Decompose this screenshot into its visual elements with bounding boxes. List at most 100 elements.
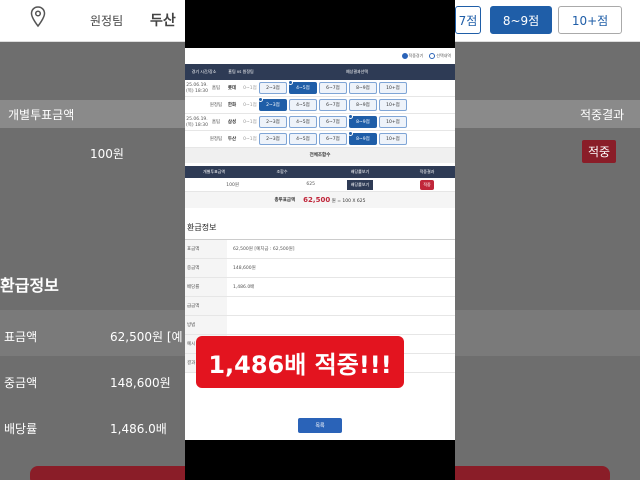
score-option-button[interactable]: 6~7점 xyxy=(319,133,347,145)
score-option-button[interactable]: 2~3점 xyxy=(259,116,287,128)
list-button[interactable]: 목록 xyxy=(298,418,342,433)
match-list: 25.06.19.(목) 18:30 홈팀 롯데 0~1점 2~3점 4~5점 6~7점 8~… xyxy=(185,80,455,148)
bet-combos: 625 xyxy=(306,182,315,187)
refund-info-value: 62,500원 [예치금 : 62,500원] xyxy=(233,247,295,252)
refund-info-key: 방법 xyxy=(185,316,227,334)
refund-info-row: 중금액 148,600원 xyxy=(185,259,455,278)
total-label: 총투표금액 xyxy=(274,198,296,203)
bet-row: 100원 625 배당률보기 적중 xyxy=(185,178,455,192)
score-option-0-1: 0~1점 xyxy=(243,120,257,125)
refund-info-value: 1,486.0배 xyxy=(233,285,255,290)
modal-top-options: 적중경기 선택내역 xyxy=(185,48,455,64)
option-hit-games-label: 적중경기 xyxy=(408,53,424,58)
hit-badge: 적중 xyxy=(420,179,434,190)
selected-check-icon xyxy=(288,80,293,85)
match-time: 25.06.19.(목) 18:30 xyxy=(185,82,209,94)
location-pin-icon xyxy=(30,6,46,28)
header2-odds: 배당률보기 xyxy=(350,169,370,174)
score-option-button[interactable]: 4~5점 xyxy=(289,99,317,111)
header-time: 경기 시간/장소 xyxy=(191,69,217,74)
match-team: 두산 xyxy=(227,137,237,142)
refund-info-key: 급금액 xyxy=(185,297,227,315)
score-option-button[interactable]: 4~5점 xyxy=(289,116,317,128)
match-side: 원정팀 xyxy=(209,137,223,142)
score-option-button[interactable]: 8~9점 xyxy=(348,114,377,128)
header-prediction: 예상결과선택 xyxy=(345,69,369,74)
radio-unchecked-icon xyxy=(429,53,436,59)
refund-info-row: 배당률 1,486.0배 xyxy=(185,278,455,297)
score-option-button[interactable]: 10+점 xyxy=(379,116,407,128)
match-side: 홈팀 xyxy=(211,86,221,91)
match-row: 25.06.19.(목) 18:30 홈팀 삼성 0~1점 2~3점 4~5점 6~7점 8~… xyxy=(185,114,455,131)
score-option-button[interactable]: 8~9점 xyxy=(348,131,377,145)
score-option-0-1: 0~1점 xyxy=(243,137,257,142)
score-option-button[interactable]: 6~7점 xyxy=(319,99,347,111)
selected-check-icon xyxy=(348,131,353,136)
match-team: 롯데 xyxy=(227,86,237,91)
score-option-0-1: 0~1점 xyxy=(243,86,257,91)
refund-info-key: 표금액 xyxy=(185,240,227,258)
score-option-button[interactable]: 10+점 xyxy=(379,99,407,111)
refund-info-key: 중금액 xyxy=(185,259,227,277)
match-table-header: 경기 시간/장소 홈팀 vs 원정팀 예상결과선택 xyxy=(185,64,455,80)
bg-info-value-2: 148,600원 xyxy=(110,376,171,390)
bg-away-team-name: 두산 xyxy=(150,13,176,29)
header2-amount: 개별투표금액 xyxy=(202,169,226,174)
score-option-button[interactable]: 6~7점 xyxy=(319,116,347,128)
header2-result: 적중결과 xyxy=(419,169,435,174)
bg-score-8-9-button[interactable]: 8~9점 xyxy=(490,6,552,34)
match-side: 원정팀 xyxy=(209,103,223,108)
hit-overlay-banner: 1,486배 적중!!! xyxy=(196,336,404,388)
score-option-button[interactable]: 8~9점 xyxy=(349,99,377,111)
score-options: 2~3점 4~5점 6~7점 8~9점 10+점 xyxy=(259,80,407,94)
total-formula: 원 = 100 X 625 xyxy=(331,199,366,204)
score-option-0-1: 0~1점 xyxy=(243,103,257,108)
match-row: 원정팀 한화 0~1점 2~3점 4~5점 6~7점 8~9점 10+점 xyxy=(185,97,455,114)
score-option-button[interactable]: 4~5점 xyxy=(289,133,317,145)
match-side: 홈팀 xyxy=(211,120,221,125)
bg-info-label-2: 중금액 xyxy=(4,376,38,390)
refund-info-row: 표금액 62,500원 [예치금 : 62,500원] xyxy=(185,240,455,259)
score-option-button[interactable]: 6~7점 xyxy=(319,82,347,94)
match-row: 원정팀 두산 0~1점 2~3점 4~5점 6~7점 8~9점 10+점 xyxy=(185,131,455,148)
bg-label-amount: 개별투표금액 xyxy=(8,108,75,122)
bg-section-title: 환급정보 xyxy=(0,276,59,295)
score-option-button[interactable]: 8~9점 xyxy=(349,82,377,94)
bg-label-result: 적중결과 xyxy=(580,108,625,122)
view-odds-button[interactable]: 배당률보기 xyxy=(346,179,374,190)
bg-hit-badge: 적중 xyxy=(582,140,617,163)
bg-info-value-3: 1,486.0배 xyxy=(110,422,167,436)
header-teams: 홈팀 vs 원정팀 xyxy=(228,69,254,74)
bg-info-value-1: 62,500원 [예 xyxy=(110,330,183,344)
score-options: 2~3점 4~5점 6~7점 8~9점 10+점 xyxy=(258,97,407,111)
score-option-button[interactable]: 4~5점 xyxy=(288,80,317,94)
bg-info-label-3: 배당률 xyxy=(4,422,38,436)
score-option-button[interactable]: 10+점 xyxy=(379,133,407,145)
selected-check-icon xyxy=(348,114,353,119)
total-row: 총투표금액 62,500 원 = 100 X 625 xyxy=(185,192,455,208)
selected-check-icon xyxy=(258,97,263,102)
radio-checked-icon xyxy=(401,53,408,59)
score-options: 2~3점 4~5점 6~7점 8~9점 10+점 xyxy=(259,114,407,128)
bg-score-7-button[interactable]: 7점 xyxy=(455,6,481,34)
bg-score-10-button[interactable]: 10+점 xyxy=(558,6,622,34)
match-team: 한화 xyxy=(227,103,237,108)
refund-info-row: 방법 xyxy=(185,316,455,335)
bet-table-header: 개별투표금액 조합수 배당률보기 적중결과 xyxy=(185,166,455,178)
bet-amount: 100원 xyxy=(226,182,239,188)
match-time: 25.06.19.(목) 18:30 xyxy=(185,116,209,128)
total-combinations: 전체조합수 xyxy=(185,148,455,163)
option-hit-games[interactable]: 적중경기 xyxy=(401,53,424,59)
bg-info-label-1: 표금액 xyxy=(4,330,38,344)
header2-combos: 조합수 xyxy=(276,169,288,174)
match-row: 25.06.19.(목) 18:30 홈팀 롯데 0~1점 2~3점 4~5점 6~7점 8~… xyxy=(185,80,455,97)
score-options: 2~3점 4~5점 6~7점 8~9점 10+점 xyxy=(259,131,407,145)
option-selection-label: 선택내역 xyxy=(436,53,451,58)
bg-amount: 100원 xyxy=(90,147,124,161)
option-selection[interactable]: 선택내역 xyxy=(429,53,451,59)
score-option-button[interactable]: 2~3점 xyxy=(259,133,287,145)
score-option-button[interactable]: 10+점 xyxy=(379,82,407,94)
refund-info-row: 급금액 xyxy=(185,297,455,316)
score-option-button[interactable]: 2~3점 xyxy=(258,97,287,111)
score-option-button[interactable]: 2~3점 xyxy=(259,82,287,94)
